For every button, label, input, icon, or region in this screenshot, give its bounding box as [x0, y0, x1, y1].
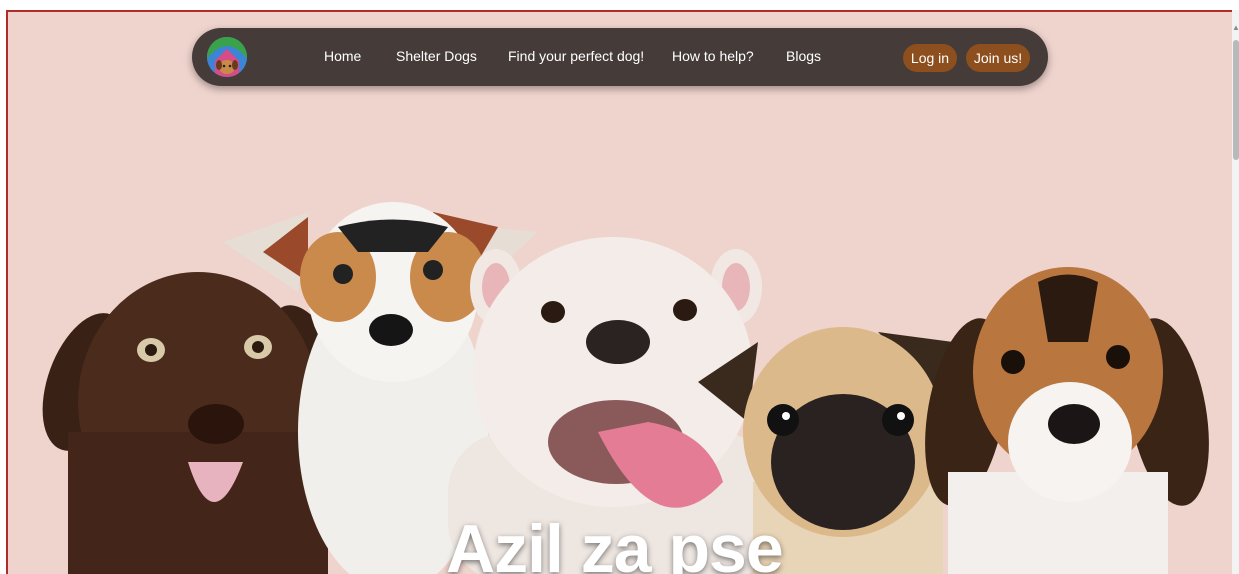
join-button[interactable]: Join us!: [966, 44, 1030, 72]
scrollbar-thumb[interactable]: [1233, 40, 1239, 160]
nav-link-how-to-help[interactable]: How to help?: [672, 48, 754, 64]
page-frame: Azil za pse: [6, 10, 1232, 574]
main-navbar: Home Shelter Dogs Find your perfect dog!…: [192, 28, 1048, 86]
hero-puppies-image: [42, 202, 1209, 574]
shelter-logo-icon[interactable]: [207, 37, 247, 77]
scroll-up-arrow-icon[interactable]: ▲: [1232, 23, 1239, 33]
hero-title: Azil za pse: [446, 511, 784, 574]
nav-link-find-dog[interactable]: Find your perfect dog!: [508, 48, 644, 64]
nav-link-home[interactable]: Home: [324, 48, 361, 64]
login-button[interactable]: Log in: [903, 44, 957, 72]
nav-link-shelter-dogs[interactable]: Shelter Dogs: [396, 48, 477, 64]
puppy-beagle: [925, 267, 1209, 574]
nav-link-blogs[interactable]: Blogs: [786, 48, 821, 64]
page-scrollbar[interactable]: ▲: [1232, 10, 1239, 574]
